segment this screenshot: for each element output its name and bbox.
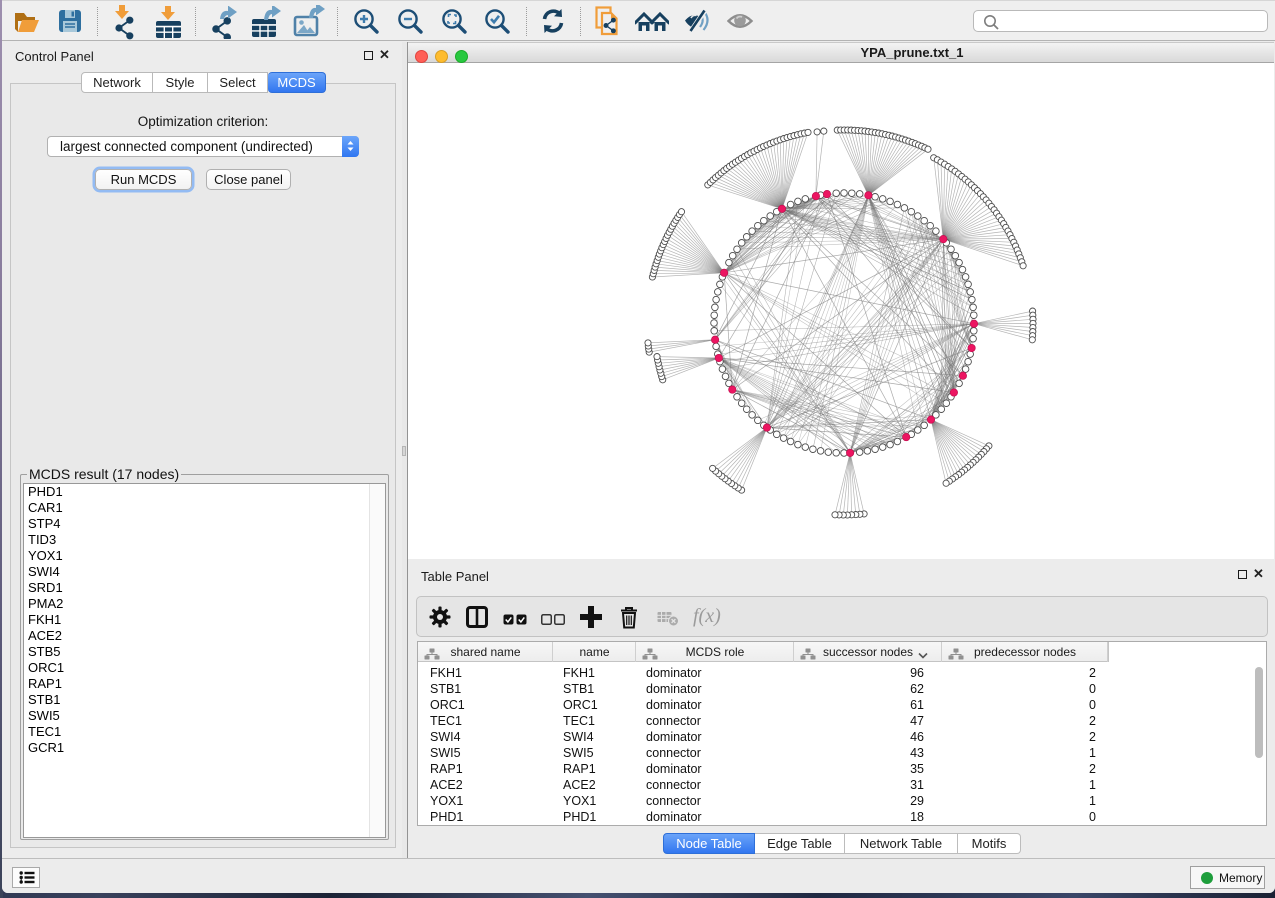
svg-text:f(x): f(x) — [693, 605, 721, 627]
